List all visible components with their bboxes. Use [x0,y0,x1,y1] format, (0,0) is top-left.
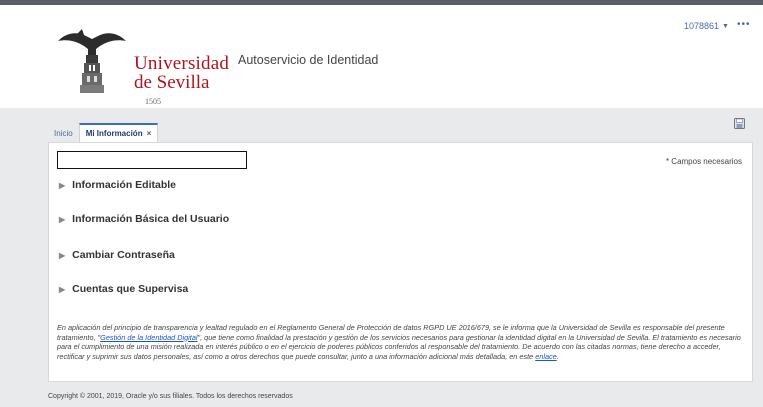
section-cambiar-contrasena[interactable]: ▶ Cambiar Contraseña [59,247,175,263]
tab-inicio[interactable]: Inicio [48,125,79,142]
close-icon[interactable]: × [147,129,152,138]
app-title: Autoservicio de Identidad [238,53,379,67]
chevron-down-icon: ▼ [722,22,729,30]
section-label: Información Editable [72,179,177,191]
logo-sevilla-text: de Sevilla [134,72,210,93]
footer-copyright: Copyright © 2001, 2019, Oracle y/o sus f… [48,393,293,400]
user-id: 1078861 [684,21,720,31]
redacted-name-field [57,151,247,169]
expand-triangle-icon: ▶ [59,250,66,260]
save-icon[interactable] [734,118,745,129]
section-label: Cuentas que Supervisa [72,283,189,295]
logo-year: 1505 [145,97,161,106]
section-informacion-basica[interactable]: ▶ Información Básica del Usuario [59,211,229,227]
tab-bar: Inicio Mi Información × [48,122,159,142]
legal-notice: En aplicación del principio de transpare… [57,323,747,361]
section-label: Información Básica del Usuario [72,213,230,225]
expand-triangle-icon: ▶ [59,284,66,294]
section-cuentas-supervisa[interactable]: ▶ Cuentas que Supervisa [59,281,188,297]
section-label: Cambiar Contraseña [72,249,175,261]
tab-mi-informacion[interactable]: Mi Información × [78,123,159,142]
expand-triangle-icon: ▶ [59,180,66,190]
required-fields-note: * Campos necesarios [665,157,742,166]
more-info-link[interactable]: enlace [535,352,557,361]
identity-management-link[interactable]: Gestión de la Identidad Digital [100,333,197,342]
expand-triangle-icon: ▶ [59,214,66,224]
giralda-icon [58,29,126,93]
tab-label: Mi Información [85,129,143,138]
user-menu[interactable]: 1078861 ▼ [684,21,729,31]
more-options-icon[interactable]: ••• [737,19,751,30]
header: Universidad de Sevilla 1505 Autoservicio… [0,5,763,108]
legal-text-3: . [556,351,559,361]
section-informacion-editable[interactable]: ▶ Información Editable [59,177,176,193]
tab-label: Inicio [54,129,73,138]
main-content: * Campos necesarios ▶ Información Editab… [48,142,753,382]
